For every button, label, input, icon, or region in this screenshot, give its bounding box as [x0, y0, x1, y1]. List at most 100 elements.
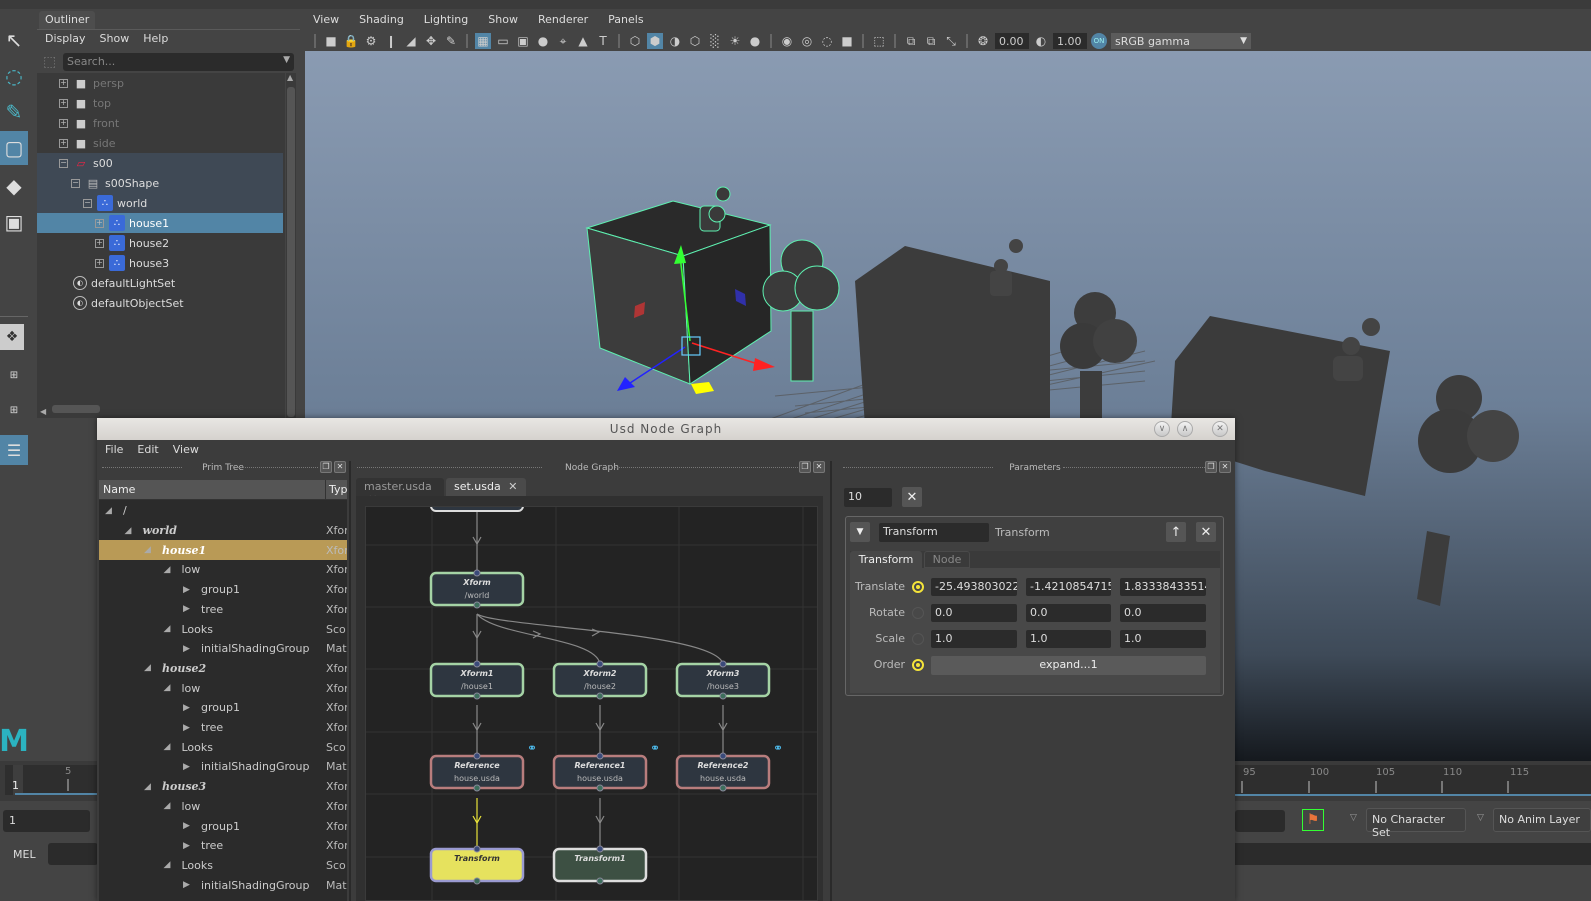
shadows-icon[interactable]: ● — [747, 33, 763, 49]
collapsed-arrow-icon[interactable]: ▶ — [183, 841, 193, 851]
output-port[interactable] — [473, 601, 481, 609]
float-panel-icon[interactable]: ❐ — [320, 461, 332, 473]
order-set-indicator[interactable] — [912, 659, 924, 671]
scale-x-field[interactable]: 1.0 — [931, 630, 1017, 648]
outliner-item-side[interactable]: + ■ side — [37, 133, 283, 153]
ambient-occlusion-icon[interactable]: ◉ — [779, 33, 795, 49]
prim-tree-row[interactable]: ◢ low Xfor — [99, 797, 348, 817]
expanded-arrow-icon[interactable]: ◢ — [164, 742, 174, 752]
scroll-left-icon[interactable]: ◀ — [40, 407, 46, 416]
collapsed-arrow-icon[interactable]: ▶ — [183, 821, 193, 831]
camera-lock-icon[interactable]: 🔒 — [343, 33, 359, 49]
graph-node-xform[interactable]: Xform/world — [429, 569, 525, 609]
gamma-field[interactable]: 1.00 — [1053, 33, 1087, 49]
outliner-search-input[interactable]: Search... ▼ — [63, 53, 294, 71]
camera-select-icon[interactable]: ■ — [323, 33, 339, 49]
outliner-item-defaultlightset[interactable]: ◐ defaultLightSet — [37, 273, 283, 293]
bookmark-icon[interactable]: ❙ — [383, 33, 399, 49]
prim-tree-row[interactable]: ◢ low Xfor — [99, 560, 348, 580]
rotate-x-field[interactable]: 0.0 — [931, 604, 1017, 622]
input-port[interactable] — [596, 660, 604, 668]
move-tool-icon[interactable]: ▢ — [0, 131, 28, 165]
wireframe-on-shaded-icon[interactable]: ⬡ — [687, 33, 703, 49]
menu-view[interactable]: View — [173, 443, 199, 457]
input-port[interactable] — [719, 660, 727, 668]
expanded-arrow-icon[interactable]: ◢ — [144, 663, 154, 673]
output-port[interactable] — [719, 784, 727, 792]
navigate-up-button[interactable]: ↑ — [1166, 522, 1186, 542]
output-port[interactable] — [596, 692, 604, 700]
viewport-menu-lighting[interactable]: Lighting — [424, 13, 468, 27]
expanded-arrow-icon[interactable]: ◢ — [144, 545, 154, 555]
input-port[interactable] — [473, 660, 481, 668]
gamma-icon[interactable]: ◐ — [1033, 33, 1049, 49]
param-tab-node[interactable]: Node — [924, 551, 970, 568]
rotate-y-field[interactable]: 0.0 — [1026, 604, 1111, 622]
link-icon[interactable]: ⚭ — [773, 741, 783, 755]
prim-tree-row[interactable]: ▶ tree Xfor — [99, 836, 347, 856]
collapsed-arrow-icon[interactable]: ▶ — [183, 644, 193, 654]
graph-node-ref[interactable]: Reference house.usda ⚭ — [429, 741, 537, 792]
prim-tree-row[interactable]: ◢ Looks Sco — [99, 856, 347, 876]
menu-edit[interactable]: Edit — [137, 443, 158, 457]
viewport-menu-renderer[interactable]: Renderer — [538, 13, 588, 27]
drag-handle[interactable] — [615, 467, 800, 469]
time-slider-left[interactable]: 1 5 — [5, 765, 97, 795]
outliner-menu-show[interactable]: Show — [100, 32, 130, 47]
expanded-arrow-icon[interactable]: ◢ — [164, 624, 174, 634]
prim-tree-row[interactable]: ▶ group1 Xfor — [99, 580, 347, 600]
scale-tool-icon[interactable]: ▣ — [0, 205, 28, 239]
expanded-arrow-icon[interactable]: ◢ — [164, 683, 174, 693]
scale-y-field[interactable]: 1.0 — [1026, 630, 1111, 648]
translate-z-field[interactable]: 1.83338433514 — [1120, 578, 1206, 596]
drag-handle[interactable] — [843, 467, 993, 469]
prim-tree-row[interactable]: ▶ initialShadingGroup Mate — [99, 639, 347, 659]
prim-tree-row[interactable]: ◢ house1 Xfor — [99, 540, 347, 561]
splitter[interactable] — [349, 461, 351, 901]
default-material-icon[interactable]: ◑ — [667, 33, 683, 49]
prim-tree-row[interactable]: ▶ initialShadingGroup Mate — [99, 875, 347, 895]
character-set-dropdown-icon[interactable]: ▽ — [1350, 813, 1357, 823]
expand-icon[interactable]: + — [59, 98, 68, 108]
outliner-item-defaultobjectset[interactable]: ◐ defaultObjectSet — [37, 293, 283, 313]
exposure-icon[interactable]: ❂ — [975, 33, 991, 49]
drag-handle[interactable] — [357, 467, 542, 469]
output-port[interactable] — [719, 692, 727, 700]
outliner-item-persp[interactable]: + ■ persp — [37, 73, 283, 93]
resolution-gate-icon[interactable]: ▣ — [515, 33, 531, 49]
order-expand-button[interactable]: expand...1 — [931, 656, 1206, 675]
color-management-toggle[interactable]: ON — [1091, 33, 1107, 49]
safe-title-icon[interactable]: T — [595, 33, 611, 49]
graph-node-xform1[interactable]: Xform1/house1 — [429, 660, 525, 700]
outliner-menu-display[interactable]: Display — [45, 32, 86, 47]
minimize-button[interactable]: ∨ — [1154, 421, 1170, 437]
collapsed-arrow-icon[interactable]: ▶ — [183, 723, 193, 733]
scale-z-field[interactable]: 1.0 — [1120, 630, 1206, 648]
prim-tree-row[interactable]: ◢ Looks Sco — [99, 737, 347, 757]
prim-tree-row[interactable]: ▶ initialShadingGroup Mate — [99, 757, 347, 777]
viewport-menu-shading[interactable]: Shading — [359, 13, 404, 27]
input-port[interactable] — [473, 752, 481, 760]
smooth-shade-icon[interactable]: ⬢ — [647, 33, 663, 49]
expand-icon[interactable]: + — [59, 118, 68, 128]
select-tool-icon[interactable]: ↖ — [0, 23, 28, 57]
output-port[interactable] — [596, 877, 604, 885]
expand-icon[interactable]: + — [59, 138, 68, 148]
prim-tree-row[interactable]: ◢ Looks Sco — [99, 619, 347, 639]
outliner-item-house1[interactable]: + ∴ house1 — [37, 213, 283, 233]
input-port[interactable] — [473, 569, 481, 577]
outliner-item-s00shape[interactable]: − ▤ s00Shape — [37, 173, 283, 193]
output-port[interactable] — [473, 877, 481, 885]
outliner-layout-icon[interactable]: ☰ — [0, 435, 28, 465]
xray-joints-icon[interactable]: ⧉ — [923, 33, 939, 49]
collapsed-arrow-icon[interactable]: ▶ — [183, 604, 193, 614]
graph-node-transform[interactable]: Transform — [429, 845, 525, 885]
collapsed-arrow-icon[interactable]: ▶ — [183, 585, 193, 595]
float-panel-icon[interactable]: ❐ — [799, 461, 811, 473]
rotate-tool-icon[interactable]: ◆ — [0, 169, 28, 203]
exposure-field[interactable]: 0.00 — [995, 33, 1029, 49]
house2-mesh[interactable] — [855, 239, 1137, 426]
drag-handle[interactable] — [1063, 467, 1213, 469]
mel-label[interactable]: MEL — [13, 848, 36, 861]
filter-icon[interactable]: ⬚ — [43, 54, 56, 70]
